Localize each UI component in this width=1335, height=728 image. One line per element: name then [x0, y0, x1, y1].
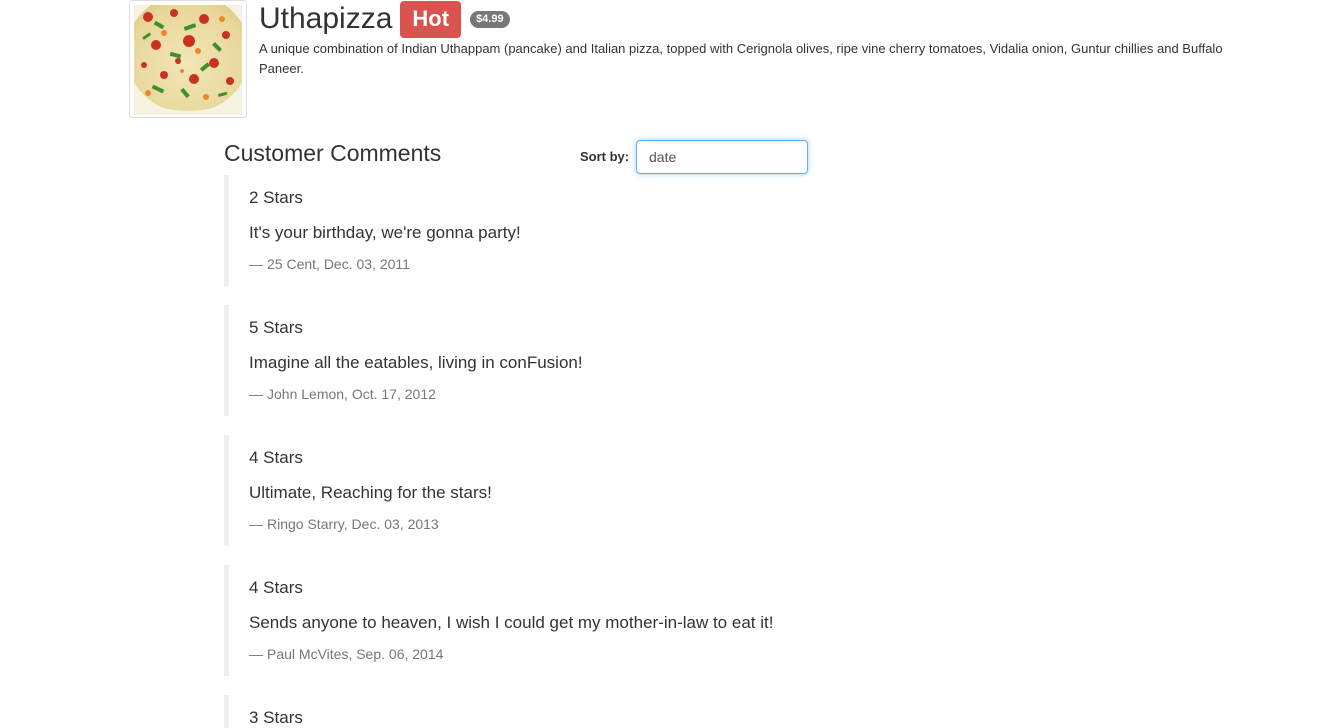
price-badge: $4.99 [470, 10, 510, 28]
comment-footer: — Paul McVites, Sep. 06, 2014 [249, 644, 924, 664]
comment-rating: 4 Stars [249, 448, 303, 467]
comment-text: Ultimate, Reaching for the stars! [249, 483, 492, 502]
dish-name: Uthapizza [259, 2, 393, 35]
comment-footer: —25 Cent, Dec. 03, 2011 [249, 254, 924, 274]
comment-text: Imagine all the eatables, living in conF… [249, 353, 583, 372]
comment-footer: — John Lemon, Oct. 17, 2012 [249, 384, 924, 404]
comment-rating: 4 Stars [249, 578, 303, 597]
comment-author-date: Ringo Starry, Dec. 03, 2013 [267, 516, 439, 532]
comment-author-date: 25 Cent, Dec. 03, 2011 [267, 256, 410, 272]
dish-thumbnail[interactable] [129, 0, 247, 118]
comment-footer: — Ringo Starry, Dec. 03, 2013 [249, 514, 924, 534]
comment-author-date: Paul McVites, Sep. 06, 2014 [267, 646, 444, 662]
pizza-image [134, 5, 242, 115]
comment-dash: — [249, 516, 263, 532]
dish-description: A unique combination of Indian Uthappam … [259, 41, 1223, 76]
page: Uthapizza Hot $4.99 A unique combination… [0, 0, 1335, 728]
comment-item: 5 Stars Imagine all the eatables, living… [224, 305, 924, 416]
comment-item: 3 Stars [224, 695, 924, 728]
sort-label: Sort by: [580, 149, 630, 164]
comment-dash: — [249, 256, 263, 272]
comment-rating: 5 Stars [249, 318, 303, 337]
dish-title-row: Uthapizza Hot $4.99 [259, 0, 510, 38]
comment-text: It's your birthday, we're gonna party! [249, 223, 521, 242]
hot-badge: Hot [400, 0, 462, 38]
comment-dash: — [249, 646, 263, 662]
comment-rating: 3 Stars [249, 708, 303, 727]
comment-item: 4 Stars Ultimate, Reaching for the stars… [224, 435, 924, 546]
comments-heading: Customer Comments [224, 140, 442, 166]
comment-rating: 2 Stars [249, 188, 303, 207]
comment-text: Sends anyone to heaven, I wish I could g… [249, 613, 774, 632]
comment-item: 2 Stars It's your birthday, we're gonna … [224, 175, 924, 286]
comment-dash: — [249, 386, 263, 402]
comment-item: 4 Stars Sends anyone to heaven, I wish I… [224, 565, 924, 676]
sort-input[interactable] [636, 140, 808, 174]
comment-author-date: John Lemon, Oct. 17, 2012 [267, 386, 436, 402]
